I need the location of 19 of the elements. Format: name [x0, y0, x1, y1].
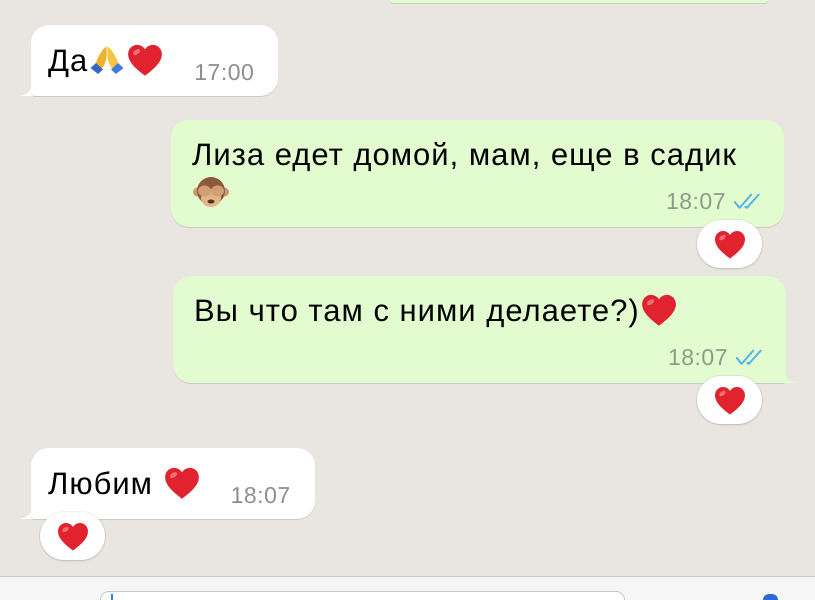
heart-icon: [164, 465, 200, 501]
heart-icon: [712, 384, 746, 416]
monkey-icon: [193, 174, 229, 210]
message-text: Вы что там с ними делаете?): [194, 293, 640, 328]
reaction-chip[interactable]: [697, 376, 762, 424]
message-time: 18:07: [230, 481, 291, 509]
message-time: 17:00: [194, 58, 254, 86]
message-time: 18:07: [666, 187, 726, 215]
message-text: Да: [48, 43, 88, 78]
message-time: 18:07: [668, 343, 728, 371]
message-text: Лиза едет домой, мам, еще в садик: [192, 137, 737, 172]
reaction-chip[interactable]: [697, 220, 762, 268]
message-text: Любим: [48, 466, 154, 501]
heart-icon: [712, 228, 746, 260]
heart-icon: [127, 42, 164, 78]
heart-icon: [640, 292, 677, 328]
reaction-chip[interactable]: [40, 512, 105, 560]
heart-icon: [56, 520, 90, 552]
message-input[interactable]: [100, 591, 625, 600]
